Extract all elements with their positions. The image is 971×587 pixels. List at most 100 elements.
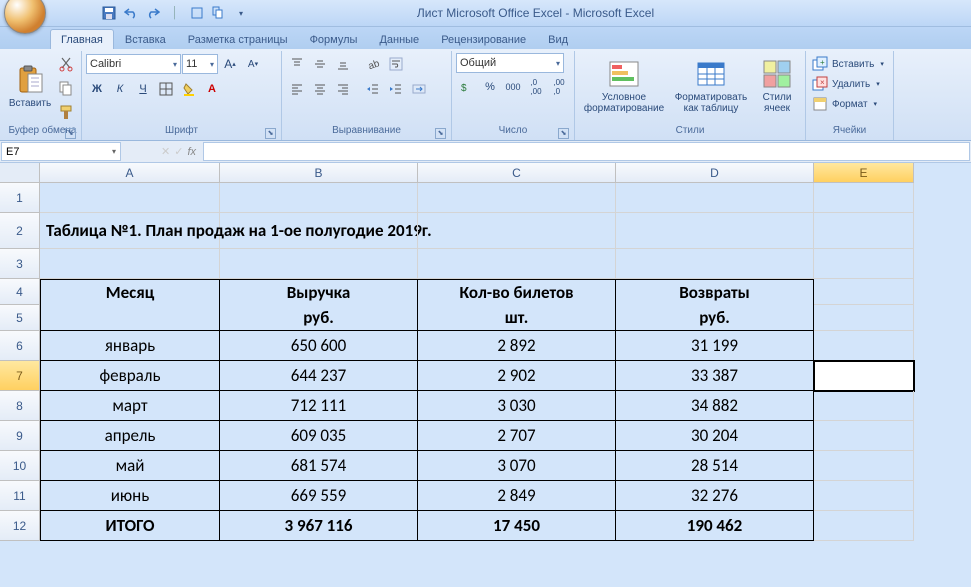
cell[interactable]: [814, 279, 914, 305]
cell[interactable]: [814, 511, 914, 541]
column-header[interactable]: E: [814, 163, 914, 183]
format-painter-icon[interactable]: [55, 101, 77, 123]
cell[interactable]: 32 276: [616, 481, 814, 511]
cell[interactable]: [418, 183, 616, 213]
row-header[interactable]: 10: [0, 451, 40, 481]
row-header[interactable]: 9: [0, 421, 40, 451]
format-cells-button[interactable]: Формат▾: [810, 95, 886, 113]
undo-icon[interactable]: [122, 4, 140, 22]
increase-font-icon[interactable]: A▴: [219, 53, 241, 75]
decrease-font-icon[interactable]: A▾: [242, 53, 264, 75]
align-center-icon[interactable]: [309, 78, 331, 100]
cell[interactable]: [616, 213, 814, 249]
fill-color-button[interactable]: [178, 78, 200, 100]
font-name-combo[interactable]: Calibri▾: [86, 54, 181, 74]
dialog-launcher-icon[interactable]: ⬊: [558, 128, 569, 139]
cell[interactable]: февраль: [40, 361, 220, 391]
delete-cells-button[interactable]: × Удалить▾: [810, 75, 886, 93]
cell[interactable]: июнь: [40, 481, 220, 511]
cell[interactable]: 644 237: [220, 361, 418, 391]
cell[interactable]: [814, 305, 914, 331]
increase-decimal-icon[interactable]: ,0,00: [525, 76, 547, 98]
cell[interactable]: 2 902: [418, 361, 616, 391]
cell[interactable]: [814, 391, 914, 421]
cell[interactable]: [220, 249, 418, 279]
conditional-formatting-button[interactable]: Условное форматирование: [579, 53, 669, 119]
merge-cells-icon[interactable]: [408, 78, 430, 100]
cell[interactable]: Выручка: [220, 279, 418, 305]
select-all-button[interactable]: [0, 163, 40, 183]
cell[interactable]: [814, 361, 914, 391]
row-header[interactable]: 2: [0, 213, 40, 249]
cell[interactable]: 17 450: [418, 511, 616, 541]
cell[interactable]: [814, 331, 914, 361]
cell[interactable]: 33 387: [616, 361, 814, 391]
cell[interactable]: [616, 249, 814, 279]
row-header[interactable]: 11: [0, 481, 40, 511]
align-right-icon[interactable]: [332, 78, 354, 100]
comma-icon[interactable]: 000: [502, 76, 524, 98]
decrease-decimal-icon[interactable]: ,00,0: [548, 76, 570, 98]
cell[interactable]: [814, 451, 914, 481]
tab-insert[interactable]: Вставка: [114, 29, 177, 49]
cell[interactable]: [220, 183, 418, 213]
increase-indent-icon[interactable]: [385, 78, 407, 100]
paste-button[interactable]: Вставить: [8, 53, 52, 119]
cell[interactable]: [814, 183, 914, 213]
cell[interactable]: руб.: [220, 305, 418, 331]
cell[interactable]: 681 574: [220, 451, 418, 481]
cell[interactable]: Месяц: [40, 279, 220, 305]
bold-button[interactable]: Ж: [86, 78, 108, 100]
cell[interactable]: 30 204: [616, 421, 814, 451]
row-header[interactable]: 6: [0, 331, 40, 361]
insert-function-icon[interactable]: fx: [187, 146, 196, 158]
row-header[interactable]: 8: [0, 391, 40, 421]
cell[interactable]: 2 707: [418, 421, 616, 451]
align-middle-icon[interactable]: [309, 53, 331, 75]
orientation-icon[interactable]: ab: [362, 53, 384, 75]
cell[interactable]: ИТОГО: [40, 511, 220, 541]
qat-btn[interactable]: [188, 4, 206, 22]
cell[interactable]: 190 462: [616, 511, 814, 541]
row-header[interactable]: 4: [0, 279, 40, 305]
cell[interactable]: 3 070: [418, 451, 616, 481]
format-as-table-button[interactable]: Форматировать как таблицу: [672, 53, 750, 119]
cell[interactable]: 650 600: [220, 331, 418, 361]
cell[interactable]: 609 035: [220, 421, 418, 451]
cell[interactable]: Кол-во билетов: [418, 279, 616, 305]
cell[interactable]: май: [40, 451, 220, 481]
tab-home[interactable]: Главная: [50, 29, 114, 49]
insert-cells-button[interactable]: + Вставить▾: [810, 55, 886, 73]
column-header[interactable]: A: [40, 163, 220, 183]
column-header[interactable]: C: [418, 163, 616, 183]
cell[interactable]: 34 882: [616, 391, 814, 421]
dialog-launcher-icon[interactable]: ⬊: [265, 128, 276, 139]
cell[interactable]: Таблица №1. План продаж на 1-ое полугоди…: [40, 213, 220, 249]
tab-view[interactable]: Вид: [537, 29, 579, 49]
cancel-formula-icon[interactable]: ✕: [161, 145, 170, 158]
copy-icon[interactable]: [55, 77, 77, 99]
number-format-combo[interactable]: Общий▾: [456, 53, 564, 73]
dialog-launcher-icon[interactable]: ⬊: [65, 128, 76, 139]
cell[interactable]: 28 514: [616, 451, 814, 481]
cell[interactable]: март: [40, 391, 220, 421]
currency-icon[interactable]: $: [456, 76, 478, 98]
cell[interactable]: 3 030: [418, 391, 616, 421]
row-header[interactable]: 5: [0, 305, 40, 331]
cell[interactable]: [814, 421, 914, 451]
redo-icon[interactable]: [144, 4, 162, 22]
cell[interactable]: Возвраты: [616, 279, 814, 305]
qat-customize-icon[interactable]: ▾: [232, 4, 250, 22]
font-size-combo[interactable]: 11▾: [182, 54, 218, 74]
cell[interactable]: 2 892: [418, 331, 616, 361]
cell[interactable]: 2 849: [418, 481, 616, 511]
cell[interactable]: апрель: [40, 421, 220, 451]
cell[interactable]: [418, 213, 616, 249]
formula-input[interactable]: [203, 142, 970, 161]
cell[interactable]: шт.: [418, 305, 616, 331]
cell[interactable]: [814, 249, 914, 279]
column-header[interactable]: D: [616, 163, 814, 183]
cell[interactable]: январь: [40, 331, 220, 361]
border-button[interactable]: [155, 78, 177, 100]
row-header[interactable]: 12: [0, 511, 40, 541]
